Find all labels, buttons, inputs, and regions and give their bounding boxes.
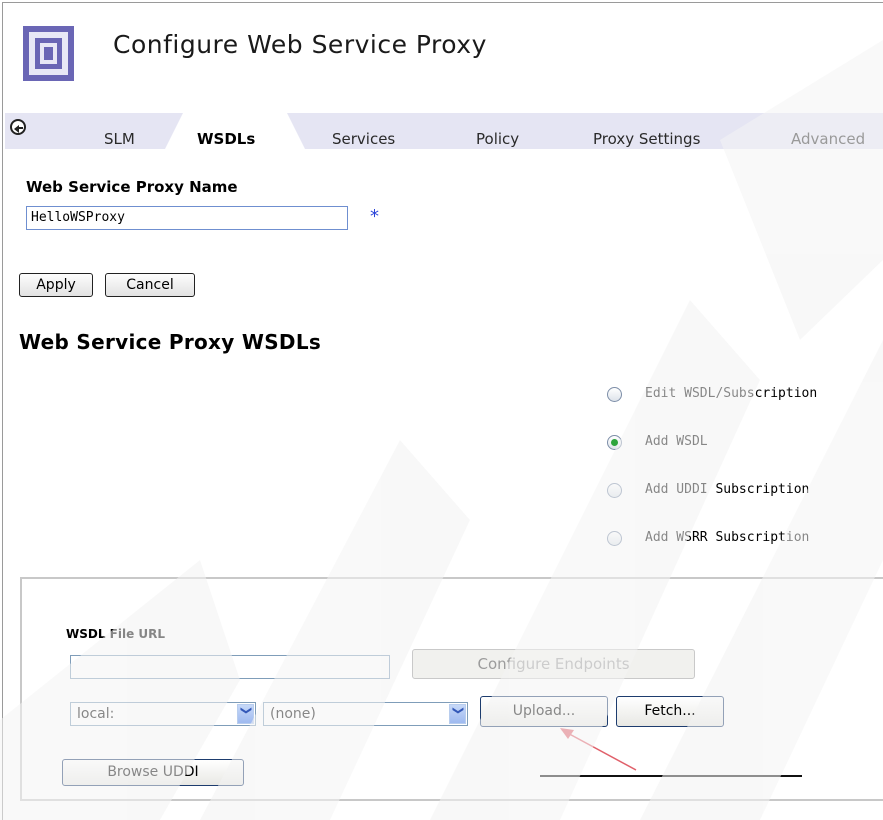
radio-add-wsdl-label: Add WSDL bbox=[645, 434, 708, 449]
tab-proxy-settings[interactable]: Proxy Settings bbox=[593, 130, 700, 148]
radio-add-uddi-label: Add UDDI Subscription bbox=[645, 482, 810, 497]
wsdl-url-label: WSDL File URL bbox=[66, 627, 166, 641]
section-title: Web Service Proxy WSDLs bbox=[19, 330, 322, 354]
tab-policy[interactable]: Policy bbox=[476, 130, 519, 148]
back-arrow-icon[interactable] bbox=[10, 119, 26, 135]
location-select-value: local: bbox=[77, 706, 115, 722]
radio-edit-wsdl-label: Edit WSDL/Subscription bbox=[645, 386, 818, 401]
page-title: Configure Web Service Proxy bbox=[113, 30, 487, 59]
file-select-value: (none) bbox=[270, 706, 316, 722]
apply-button[interactable]: Apply bbox=[19, 273, 93, 297]
tab-slm[interactable]: SLM bbox=[104, 130, 135, 148]
location-select[interactable]: local: bbox=[70, 702, 256, 726]
radio-add-uddi[interactable] bbox=[607, 483, 622, 498]
tab-bar bbox=[5, 113, 883, 149]
wsdl-url-input[interactable] bbox=[70, 655, 390, 679]
radio-edit-wsdl[interactable] bbox=[607, 387, 622, 402]
chevron-down-icon bbox=[449, 704, 466, 724]
proxy-name-input[interactable]: HelloWSProxy bbox=[26, 206, 348, 230]
configure-endpoints-button[interactable]: Configure Endpoints bbox=[412, 649, 695, 679]
tab-advanced[interactable]: Advanced bbox=[791, 130, 865, 148]
tab-services[interactable]: Services bbox=[332, 130, 395, 148]
radio-add-wsrr-label: Add WSRR Subscription bbox=[645, 530, 810, 545]
chevron-down-icon bbox=[237, 704, 254, 724]
required-marker: * bbox=[370, 206, 379, 227]
file-select[interactable]: (none) bbox=[263, 702, 468, 726]
app-logo-icon bbox=[23, 26, 74, 81]
tab-wsdls[interactable]: WSDLs bbox=[197, 130, 255, 148]
cancel-button[interactable]: Cancel bbox=[105, 273, 195, 297]
radio-add-wsrr[interactable] bbox=[607, 531, 622, 546]
proxy-name-label: Web Service Proxy Name bbox=[26, 178, 238, 196]
radio-add-wsdl[interactable] bbox=[607, 435, 622, 450]
annotation-arrow-icon bbox=[560, 728, 637, 771]
browse-uddi-button[interactable]: Browse UDDI bbox=[62, 759, 244, 786]
